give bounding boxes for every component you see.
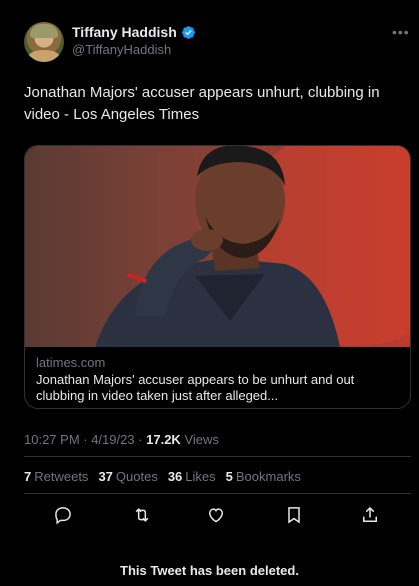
tweet: Tiffany Haddish @TiffanyHaddish ••• Jona… (0, 0, 419, 586)
reply-icon (55, 507, 71, 525)
timestamp[interactable]: 10:27 PM · 4/19/23 · (24, 432, 146, 447)
bookmarks-count: 5 (225, 469, 233, 484)
retweet-button[interactable] (132, 505, 152, 525)
engagement-stats: 7 Retweets 37 Quotes 36 Likes 5 Bookmarks (24, 469, 301, 484)
verified-badge-icon (181, 25, 195, 39)
like-icon (208, 508, 224, 523)
views-count: 17.2K (146, 432, 181, 447)
author-handle[interactable]: @TiffanyHaddish (72, 42, 171, 57)
divider (24, 493, 411, 494)
like-button[interactable] (206, 505, 226, 525)
author-name-row: Tiffany Haddish (72, 24, 196, 40)
deleted-notice: This Tweet has been deleted. (120, 563, 299, 578)
reply-button[interactable] (53, 505, 73, 525)
more-options-icon[interactable]: ••• (392, 24, 410, 40)
retweets-count: 7 (24, 469, 32, 484)
tweet-meta: 10:27 PM · 4/19/23 · 17.2K Views (24, 432, 219, 447)
likes-stat[interactable]: 36 Likes (168, 469, 216, 484)
share-icon (363, 506, 377, 522)
retweet-icon (135, 508, 149, 522)
quotes-label: Quotes (115, 469, 158, 484)
avatar[interactable] (24, 22, 64, 62)
card-domain: latimes.com (36, 355, 106, 370)
likes-count: 36 (167, 469, 183, 484)
retweets-label: Retweets (34, 469, 89, 484)
bookmark-icon (288, 507, 300, 524)
quotes-count: 37 (98, 469, 113, 484)
tweet-text: Jonathan Majors' accuser appears unhurt,… (24, 84, 380, 123)
author-display-name[interactable]: Tiffany Haddish (72, 24, 177, 40)
quotes-stat[interactable]: 37 Quotes (98, 469, 157, 484)
card-image (25, 146, 410, 347)
bookmark-button[interactable] (284, 505, 304, 525)
avatar-shirt-shape (28, 50, 60, 62)
bookmarks-label: Bookmarks (235, 469, 301, 484)
card-photo-illustration (95, 146, 410, 347)
card-title: Jonathan Majors' accuser appears to be u… (36, 372, 355, 403)
link-card[interactable]: latimes.com Jonathan Majors' accuser app… (24, 145, 411, 409)
avatar-hat-shape (30, 24, 58, 38)
share-button[interactable] (360, 505, 380, 525)
bookmarks-stat[interactable]: 5 Bookmarks (226, 469, 301, 484)
likes-label: Likes (185, 469, 216, 484)
divider (24, 456, 411, 457)
views-label: Views (180, 432, 219, 447)
retweets-stat[interactable]: 7 Retweets (24, 469, 88, 484)
